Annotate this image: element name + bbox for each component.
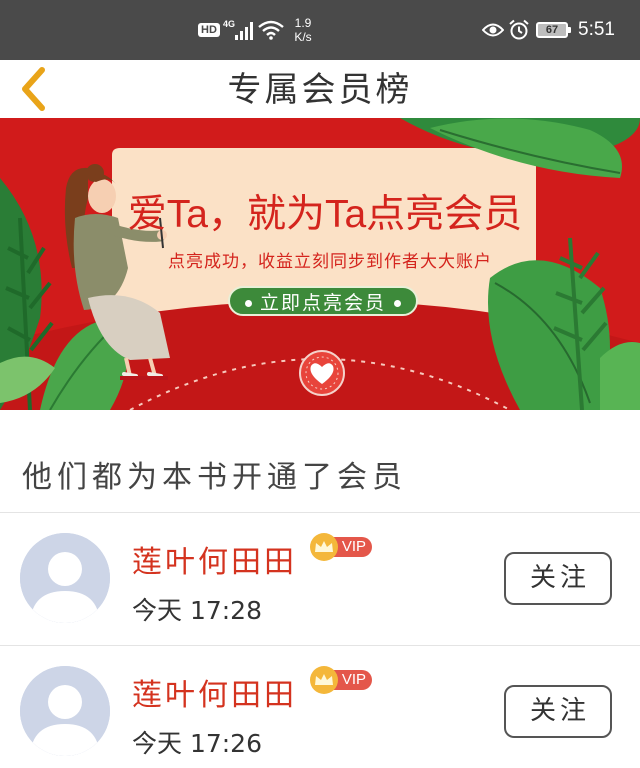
eye-icon <box>482 0 504 60</box>
activate-vip-label: 立即点亮会员 <box>259 292 386 314</box>
chevron-left-icon <box>22 67 45 111</box>
status-bar: HD 4G 1.9 K/s 67 5:51 <box>0 0 640 60</box>
vip-badge: VIP <box>310 666 372 694</box>
member-row[interactable]: 莲叶何田田 VIP 今天 17:26 关注 <box>0 646 640 768</box>
crown-icon <box>310 533 338 561</box>
network-speed: 1.9 K/s <box>294 16 312 44</box>
clock: 5:51 <box>578 19 615 40</box>
section-title: 他们都为本书开通了会员 <box>22 460 407 495</box>
alarm-icon <box>508 0 530 60</box>
page-title: 专属会员榜 <box>227 70 413 110</box>
hd-indicator: HD <box>198 0 220 60</box>
avatar[interactable] <box>20 533 110 623</box>
member-name[interactable]: 莲叶何田田 <box>132 537 297 581</box>
battery-icon: 67 <box>536 0 571 60</box>
vip-badge: VIP <box>310 533 372 561</box>
wifi-icon <box>258 0 284 60</box>
signal-icon: 4G <box>223 0 255 60</box>
member-time: 今天 17:26 <box>132 729 262 758</box>
back-button[interactable] <box>14 64 54 114</box>
nav-bar: 专属会员榜 <box>0 60 640 118</box>
activate-vip-button[interactable]: 立即点亮会员 <box>228 286 418 316</box>
follow-button[interactable]: 关注 <box>504 685 612 738</box>
avatar[interactable] <box>20 666 110 756</box>
svg-text:4G: 4G <box>223 19 235 29</box>
follow-button[interactable]: 关注 <box>504 552 612 605</box>
banner-subline: 点亮成功，收益立刻同步到作者大大账户 <box>168 252 492 272</box>
promo-banner[interactable]: 爱Ta，就为Ta点亮会员 点亮成功，收益立刻同步到作者大大账户 立即点亮会员 <box>0 118 640 410</box>
banner-headline: 爱Ta，就为Ta点亮会员 <box>127 193 523 236</box>
default-avatar-icon <box>20 666 110 756</box>
member-row[interactable]: 莲叶何田田 VIP 今天 17:28 关注 <box>0 513 640 645</box>
member-time: 今天 17:28 <box>132 596 262 625</box>
default-avatar-icon <box>20 533 110 623</box>
crown-icon <box>310 666 338 694</box>
member-name[interactable]: 莲叶何田田 <box>132 670 297 714</box>
